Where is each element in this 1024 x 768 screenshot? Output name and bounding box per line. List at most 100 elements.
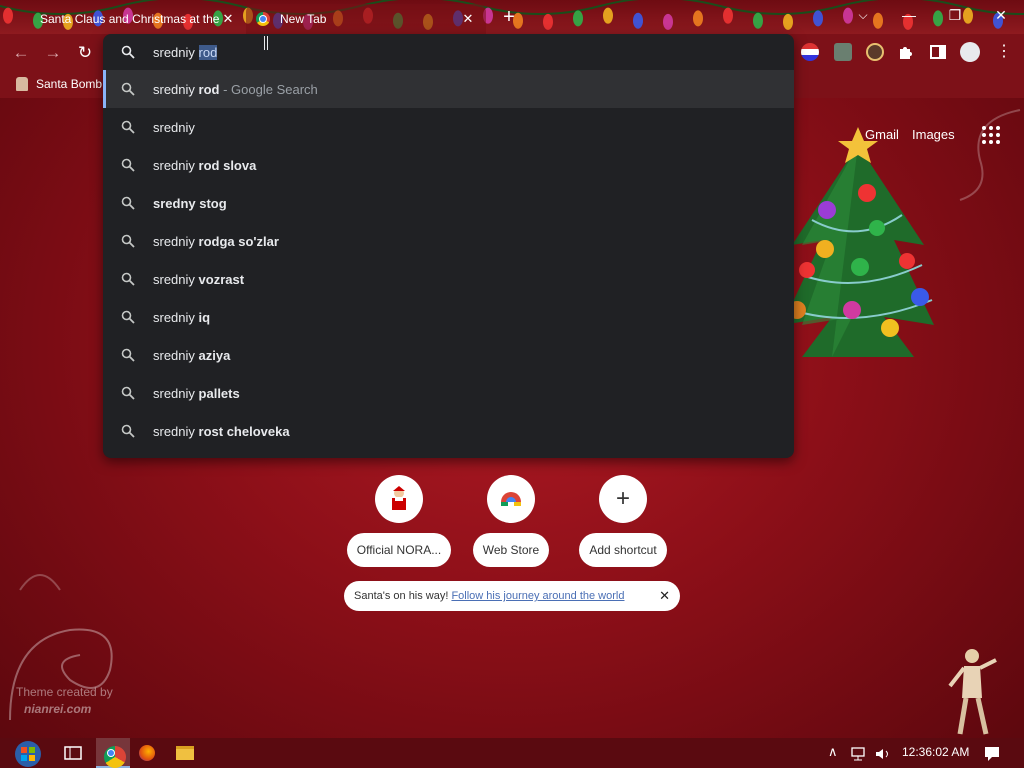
suggestion-bold: rodga so'zlar (198, 233, 279, 249)
chrome-icon (256, 12, 270, 26)
omnibox-suggestion[interactable]: sredniy (103, 108, 794, 146)
close-tab-icon[interactable]: ✕ (220, 11, 236, 27)
theme-credit: Theme created by nianrei.com (16, 684, 113, 718)
suggestion-suffix: - Google Search (219, 81, 318, 97)
address-bar[interactable]: sredniy rod (103, 34, 794, 70)
suggestion-text: sredniy rodga so'zlar (153, 234, 279, 249)
omnibox-suggestion[interactable]: sredny stog (103, 184, 794, 222)
suggestion-plain: sredniy (153, 423, 199, 439)
avatar-extension-icon[interactable] (866, 43, 884, 61)
address-input-text: sredniy rod (153, 44, 218, 60)
search-icon (103, 82, 153, 96)
web-store-icon (487, 475, 535, 523)
bookmark-santa-bomb[interactable]: Santa Bomb (16, 77, 102, 91)
suggestion-plain: sredniy (153, 233, 199, 249)
search-icon (103, 272, 153, 286)
omnibox-suggestion[interactable]: sredniy rodga so'zlar (103, 222, 794, 260)
puzzle-extensions-icon[interactable] (897, 43, 915, 61)
flag-extension-icon[interactable] (801, 43, 819, 61)
search-icon (103, 386, 153, 400)
task-view-icon[interactable] (62, 742, 84, 764)
close-tab-icon[interactable]: ✕ (460, 11, 476, 27)
search-icon (103, 424, 153, 438)
omnibox-suggestion[interactable]: sredniy aziya (103, 336, 794, 374)
typed-text: sredniy (153, 44, 199, 60)
bookmark-label: Santa Bomb (36, 77, 103, 91)
search-icon (103, 158, 153, 172)
light-bulb (663, 13, 673, 30)
gmail-link[interactable]: Gmail (865, 127, 899, 142)
suggestion-bold: vozrast (198, 271, 245, 287)
firefox-taskbar-icon[interactable] (139, 745, 155, 761)
santa-promo-bar: Santa's on his way! Follow his journey a… (344, 581, 680, 611)
light-bulb (723, 7, 733, 24)
new-tab-button[interactable]: + (498, 6, 520, 28)
notifications-icon[interactable] (983, 745, 1001, 763)
shortcut-official-norad[interactable]: Official NORA... (344, 475, 454, 572)
file-explorer-icon[interactable] (176, 746, 194, 760)
suggestion-text: sredniy pallets (153, 386, 240, 401)
suggestion-text: sredny stog (153, 196, 227, 211)
selected-autocomplete-text: rod (198, 44, 218, 60)
suggestion-plain: sredniy (153, 81, 199, 97)
restore-button[interactable]: ❐ (932, 0, 978, 30)
omnibox-suggestion[interactable]: sredniy vozrast (103, 260, 794, 298)
plus-icon: + (599, 475, 647, 523)
show-hidden-icons[interactable]: ∧ (828, 744, 838, 760)
tab-santa-claus[interactable]: Santa Claus and Christmas at the ✕ (30, 4, 246, 34)
volume-icon[interactable] (874, 745, 892, 763)
omnibox-dropdown: sredniy rod sredniy rod - Google Search s… (103, 34, 794, 458)
profile-avatar-icon[interactable] (960, 42, 980, 62)
close-icon[interactable]: ✕ (659, 588, 670, 604)
light-bulb (543, 13, 553, 30)
suggestion-plain: sredniy (153, 309, 199, 325)
shortcut-add[interactable]: + Add shortcut (568, 475, 678, 572)
search-icon (103, 348, 153, 362)
kebab-menu-icon[interactable]: ⋮ (996, 43, 1012, 61)
back-button[interactable]: ← (10, 42, 32, 64)
side-panel-icon[interactable] (929, 43, 947, 61)
network-icon[interactable] (850, 745, 868, 763)
shortcut-label: Web Store (472, 533, 550, 567)
suggestion-text: sredniy rost cheloveka (153, 424, 290, 439)
tab-new-tab[interactable]: New Tab ✕ (246, 4, 486, 34)
santa-icon (16, 77, 28, 91)
minimize-button[interactable]: — (886, 0, 932, 30)
chrome-taskbar-icon[interactable] (104, 746, 126, 768)
reload-button[interactable]: ↻ (74, 42, 96, 64)
suggestion-text: sredniy rod - Google Search (153, 82, 318, 97)
search-icon (103, 45, 153, 59)
credit-site: nianrei.com (24, 702, 92, 716)
omnibox-suggestion[interactable]: sredniy rost cheloveka (103, 412, 794, 450)
forward-button[interactable]: → (42, 42, 64, 64)
light-bulb (753, 12, 763, 29)
suggestion-plain: sredniy (153, 119, 195, 135)
light-bulb (693, 10, 703, 27)
shortcut-web-store[interactable]: Web Store (456, 475, 566, 572)
suggestion-bold: rod (198, 81, 220, 97)
tab-title: Santa Claus and Christmas at the (40, 12, 220, 26)
windows-start-icon[interactable] (14, 740, 42, 768)
suggestion-text: sredniy rod slova (153, 158, 256, 173)
suggestion-bold: aziya (198, 347, 231, 363)
search-icon (103, 196, 153, 210)
omnibox-suggestion[interactable]: sredniy pallets (103, 374, 794, 412)
suggestion-plain: sredniy (153, 347, 199, 363)
light-bulb (3, 7, 13, 24)
omnibox-suggestion[interactable]: sredniy rod slova (103, 146, 794, 184)
tab-search-button[interactable]: ⌵ (840, 0, 886, 30)
search-icon (103, 120, 153, 134)
omnibox-suggestion[interactable]: sredniy iq (103, 298, 794, 336)
promo-link[interactable]: Follow his journey around the world (451, 590, 624, 602)
s-extension-icon[interactable] (834, 43, 852, 61)
light-bulb (573, 10, 583, 27)
close-window-button[interactable]: ✕ (978, 0, 1024, 30)
suggestion-text: sredniy (153, 120, 195, 135)
suggestion-bold: sredny stog (153, 195, 227, 211)
suggestion-text: sredniy aziya (153, 348, 230, 363)
suggestion-bold: pallets (198, 385, 240, 401)
light-bulb (603, 7, 613, 24)
omnibox-suggestion[interactable]: sredniy rod - Google Search (103, 70, 794, 108)
clock[interactable]: 12:36:02 AM (902, 745, 969, 759)
santa-icon (375, 475, 423, 523)
